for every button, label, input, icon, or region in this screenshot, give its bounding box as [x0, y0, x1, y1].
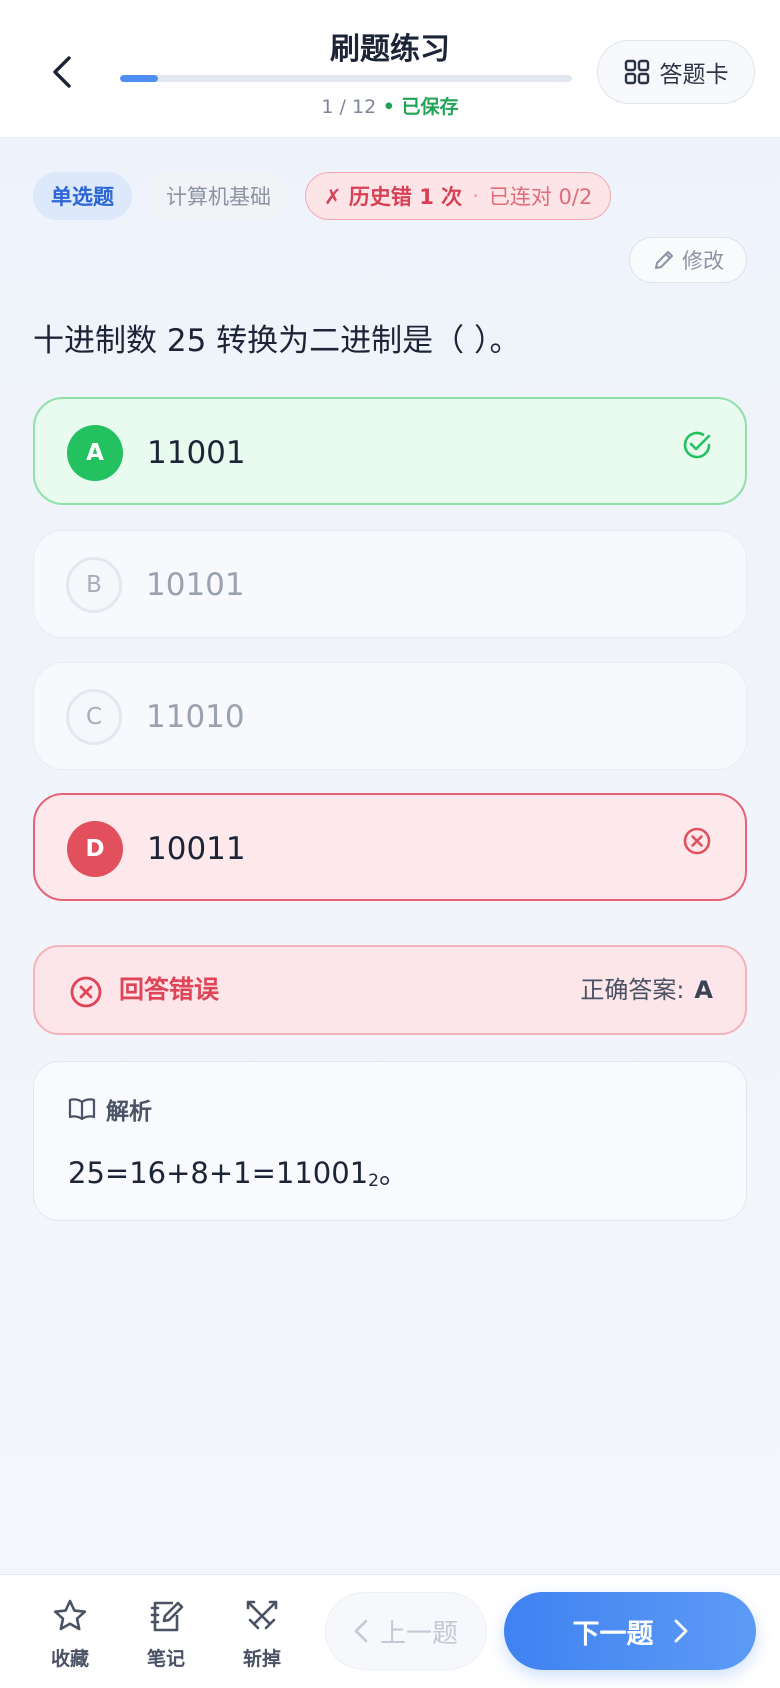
remove-label: 斩掉	[242, 1648, 281, 1670]
analysis-formula: 25=16+8+1=11001	[68, 1156, 369, 1190]
next-question-button[interactable]: 下一题	[504, 1592, 756, 1670]
remove-button[interactable]: 斩掉	[227, 1597, 297, 1677]
edit-button[interactable]: 修改	[629, 237, 747, 283]
question-text: 十进制数 25 转换为二进制是（ ）。	[33, 323, 521, 359]
option-d[interactable]: D 10011	[33, 793, 747, 901]
grid-icon	[624, 59, 649, 85]
prev-question-button[interactable]: 上一题	[325, 1592, 487, 1670]
option-text: 11010	[146, 699, 245, 735]
option-letter: B	[66, 557, 122, 613]
option-text: 10011	[147, 831, 246, 867]
history-dot: ·	[472, 184, 479, 208]
result-status: 回答错误	[119, 975, 220, 1004]
option-b[interactable]: B 10101	[33, 530, 747, 638]
crossed-swords-icon	[246, 1600, 278, 1630]
progress-current: 1	[321, 96, 334, 118]
correct-answer: 正确答案: A	[580, 947, 713, 1033]
saved-status: • 已保存	[376, 96, 459, 118]
option-a[interactable]: A 11001	[33, 397, 747, 505]
analysis-card: 解析 25=16+8+1=110012。	[33, 1061, 747, 1221]
top-bar: 刷题练习 1 / 12 • 已保存 答题卡	[0, 0, 780, 138]
note-edit-icon	[150, 1601, 184, 1632]
chevron-right-icon	[674, 1619, 687, 1643]
notes-button[interactable]: 笔记	[131, 1597, 201, 1677]
answer-card-label: 答题卡	[659, 62, 729, 88]
option-letter: C	[66, 689, 122, 745]
option-text: 11001	[147, 435, 246, 471]
history-tag: ✗ 历史错 1 次 · 已连对 0/2	[305, 172, 612, 220]
analysis-subscript: 2	[368, 1171, 379, 1191]
progress-total: 12	[352, 96, 377, 118]
option-letter: A	[67, 425, 123, 481]
x-circle-icon	[70, 976, 102, 1008]
next-label: 下一题	[572, 1618, 654, 1650]
chevron-left-icon	[354, 1619, 368, 1643]
history-streak: 已连对 0/2	[488, 185, 593, 209]
correct-answer-label: 正确答案:	[580, 976, 685, 1004]
notes-label: 笔记	[146, 1648, 185, 1670]
subject-tag: 计算机基础	[148, 172, 289, 220]
favorite-button[interactable]: 收藏	[35, 1597, 105, 1677]
analysis-header: 解析	[68, 1092, 152, 1126]
progress-bar	[120, 75, 572, 82]
question-type-tag: 单选题	[33, 172, 132, 220]
answer-result-banner: 回答错误 正确答案: A	[33, 945, 747, 1035]
bottom-toolbar: 收藏 笔记 斩掉 上一题 下一题	[0, 1574, 780, 1688]
answer-card-button[interactable]: 答题卡	[597, 40, 755, 104]
option-c[interactable]: C 11010	[33, 662, 747, 770]
check-circle-icon	[683, 431, 711, 459]
correct-answer-value: A	[694, 976, 713, 1004]
analysis-body: 25=16+8+1=110012。	[68, 1150, 408, 1192]
edit-label: 修改	[682, 249, 724, 273]
progress-fill	[120, 75, 158, 82]
question-tags: 单选题 计算机基础 ✗ 历史错 1 次 · 已连对 0/2	[33, 172, 612, 220]
analysis-end: 。	[378, 1156, 408, 1190]
prev-label: 上一题	[379, 1618, 458, 1649]
option-text: 10101	[146, 567, 245, 603]
history-wrong-count: ✗ 历史错 1 次	[324, 185, 463, 209]
option-letter: D	[67, 821, 123, 877]
progress-separator: /	[333, 96, 352, 118]
analysis-title: 解析	[106, 1099, 152, 1125]
star-icon	[53, 1599, 87, 1631]
pencil-icon	[655, 251, 673, 269]
book-icon	[68, 1098, 96, 1121]
favorite-label: 收藏	[50, 1648, 89, 1670]
x-circle-icon	[683, 827, 711, 855]
